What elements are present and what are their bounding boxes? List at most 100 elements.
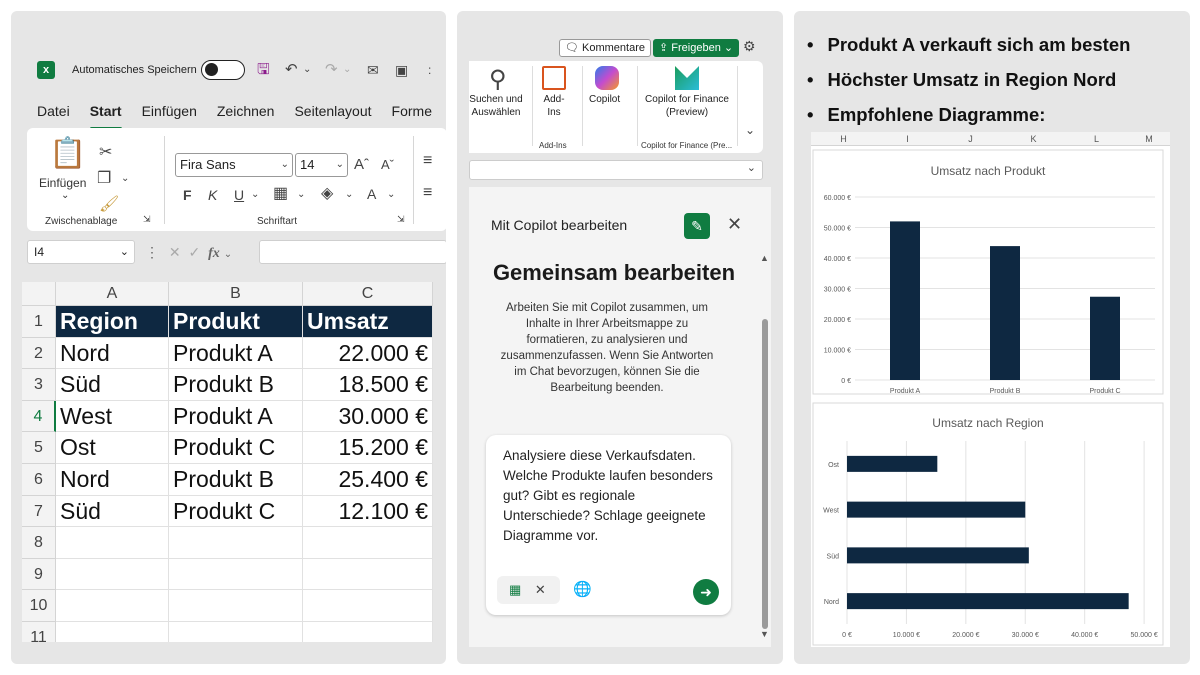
mail-icon[interactable]: ✉ <box>367 61 379 79</box>
increase-font-icon[interactable]: Aˆ <box>354 156 369 174</box>
empty-cell[interactable] <box>169 558 303 591</box>
share-button[interactable]: ⇪ Freigeben ⌄ <box>653 39 740 57</box>
empty-cell[interactable] <box>169 590 303 622</box>
font-launcher-icon[interactable]: ⇲ <box>397 214 405 225</box>
search-icon[interactable]: ⚲ <box>489 65 507 94</box>
data-cell[interactable]: 18.500 € <box>303 369 433 401</box>
data-cell[interactable]: 15.200 € <box>303 432 433 464</box>
camera-icon[interactable]: ▣ <box>395 61 408 79</box>
data-cell[interactable]: Nord <box>56 337 169 370</box>
data-cell[interactable]: Nord <box>56 464 169 496</box>
row-header-3[interactable]: 3 <box>22 369 56 401</box>
header-cell[interactable]: Produkt <box>169 306 303 338</box>
empty-cell[interactable] <box>303 527 433 559</box>
data-cell[interactable]: Produkt A <box>169 337 303 370</box>
scroll-down-icon[interactable]: ▼ <box>760 629 769 639</box>
data-cell[interactable]: Produkt B <box>169 369 303 401</box>
border-icon[interactable]: ▦ <box>273 185 288 203</box>
underline-button[interactable]: U <box>234 186 244 204</box>
row-header-8[interactable]: 8 <box>22 527 56 559</box>
clipboard-launcher-icon[interactable]: ⇲ <box>143 214 151 225</box>
redo-dropdown-icon[interactable]: ⌄ <box>343 61 351 79</box>
row-header-9[interactable]: 9 <box>22 558 56 591</box>
underline-dropdown-icon[interactable]: ⌄ <box>251 186 259 204</box>
addins-label[interactable]: Add-Ins <box>539 93 569 119</box>
globe-icon[interactable]: 🌐 <box>573 580 592 598</box>
header-cell[interactable]: Umsatz <box>303 306 433 338</box>
data-cell[interactable]: Produkt B <box>169 464 303 496</box>
tab-zeichnen[interactable]: Zeichnen <box>217 103 275 125</box>
comments-button[interactable]: 🗨 Kommentare <box>559 39 652 57</box>
header-cell[interactable]: Region <box>56 306 169 338</box>
row-header-6[interactable]: 6 <box>22 464 56 496</box>
data-cell[interactable]: Süd <box>56 369 169 401</box>
undo-dropdown-icon[interactable]: ⌄ <box>303 61 311 79</box>
chevron-down-icon[interactable]: ⌄ <box>747 161 756 174</box>
fill-dropdown-icon[interactable]: ⌄ <box>345 186 353 204</box>
format-painter-icon[interactable]: 🖌 <box>99 196 119 214</box>
empty-cell[interactable] <box>56 558 169 591</box>
search-select-label[interactable]: Suchen und Auswählen <box>465 93 527 119</box>
fill-color-icon[interactable]: ◈ <box>321 185 333 203</box>
font-name-select[interactable]: Fira Sans ⌄ <box>175 153 293 177</box>
fx-icon[interactable]: fx <box>208 246 220 261</box>
data-cell[interactable]: Produkt C <box>169 495 303 528</box>
autosave-toggle[interactable] <box>201 60 245 80</box>
check-icon[interactable]: ✓ <box>189 244 201 260</box>
copilot-icon[interactable] <box>595 66 619 90</box>
save-icon[interactable]: 🖫 <box>257 61 270 79</box>
attachment-chip[interactable]: ▦ ✕ <box>497 576 560 604</box>
presenter-icon[interactable]: ⚙ <box>743 38 756 55</box>
scrollbar[interactable]: ▲ ▼ <box>760 253 769 639</box>
column-header-c[interactable]: C <box>303 282 433 306</box>
paste-label[interactable]: Einfügen <box>39 176 86 190</box>
close-icon[interactable]: ✕ <box>727 214 742 235</box>
corner-cell[interactable] <box>22 282 56 306</box>
data-cell[interactable]: 22.000 € <box>303 337 433 370</box>
row-header-10[interactable]: 10 <box>22 590 56 622</box>
row-header-11[interactable]: 11 <box>22 622 56 642</box>
column-header-a[interactable]: A <box>56 282 169 306</box>
finance-label[interactable]: Copilot for Finance (Preview) <box>641 93 733 119</box>
empty-cell[interactable] <box>169 622 303 642</box>
row-header-1[interactable]: 1 <box>22 306 56 338</box>
data-cell[interactable]: West <box>56 400 169 433</box>
ribbon-collapse-icon[interactable]: ⌄ <box>745 123 755 137</box>
copy-dropdown-icon[interactable]: ⌄ <box>121 170 129 188</box>
chat-input[interactable]: Analysiere diese Verkaufsdaten. Welche P… <box>486 435 731 615</box>
spreadsheet-grid[interactable]: A B C 1 2 3 4 5 6 7 8 9 10 11 Region Produkt Umsatz Nord P… <box>22 282 433 642</box>
italic-button[interactable]: K <box>208 186 217 204</box>
cancel-icon[interactable]: ✕ <box>169 244 181 260</box>
tab-start[interactable]: Start <box>89 103 122 130</box>
remove-attachment-icon[interactable]: ✕ <box>535 582 546 597</box>
prompt-text[interactable]: Analysiere diese Verkaufsdaten. Welche P… <box>503 446 718 546</box>
empty-cell[interactable] <box>56 622 169 642</box>
addins-icon[interactable] <box>542 66 566 90</box>
data-cell[interactable]: 25.400 € <box>303 464 433 496</box>
undo-icon[interactable]: ↶ <box>285 61 298 79</box>
clipboard-icon[interactable]: 📋 <box>49 138 86 170</box>
scroll-thumb[interactable] <box>762 319 768 629</box>
tab-datei[interactable]: Datei <box>37 103 70 125</box>
copy-icon[interactable]: ❐ <box>97 170 111 188</box>
scroll-up-icon[interactable]: ▲ <box>760 253 769 263</box>
bold-button[interactable]: F <box>183 186 192 204</box>
border-dropdown-icon[interactable]: ⌄ <box>297 186 305 204</box>
decrease-font-icon[interactable]: Aˇ <box>381 156 394 174</box>
column-header-b[interactable]: B <box>169 282 303 306</box>
tab-einfuegen[interactable]: Einfügen <box>142 103 197 125</box>
data-cell[interactable]: 12.100 € <box>303 495 433 528</box>
row-header-2[interactable]: 2 <box>22 337 56 370</box>
align-left-icon[interactable]: ≡ <box>423 184 432 202</box>
font-size-select[interactable]: 14 ⌄ <box>295 153 348 177</box>
empty-cell[interactable] <box>303 590 433 622</box>
paste-dropdown-icon[interactable]: ⌄ <box>61 190 69 201</box>
data-cell[interactable]: Ost <box>56 432 169 464</box>
cut-icon[interactable]: ✂ <box>99 144 112 162</box>
edit-icon[interactable]: ✎ <box>684 213 710 239</box>
formula-input[interactable] <box>259 240 446 264</box>
empty-cell[interactable] <box>56 527 169 559</box>
data-cell[interactable]: Süd <box>56 495 169 528</box>
formula-input[interactable]: ⌄ <box>469 160 763 180</box>
tab-seitenlayout[interactable]: Seitenlayout <box>294 103 371 125</box>
